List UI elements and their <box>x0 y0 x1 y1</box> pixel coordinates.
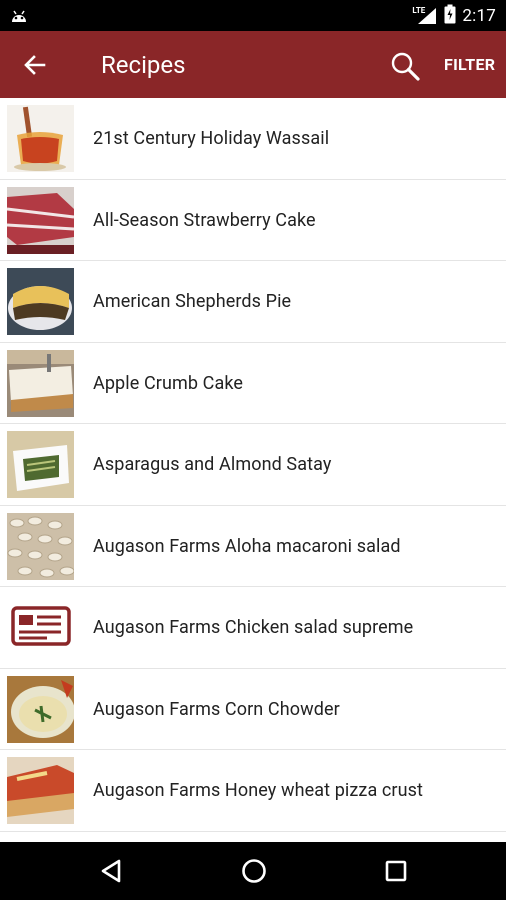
recipe-thumbnail <box>7 105 74 172</box>
recipe-thumbnail <box>7 349 74 417</box>
recipe-title: All-Season Strawberry Cake <box>93 209 316 231</box>
recipe-thumbnail <box>7 757 74 824</box>
recipe-thumbnail <box>7 431 74 498</box>
status-bar: LTE 2:17 <box>0 0 506 31</box>
recipe-title: Augason Farms Honey wheat pizza crust <box>93 780 424 801</box>
list-item[interactable]: All-Season Strawberry Cake <box>0 180 506 261</box>
lte-signal-icon: LTE <box>412 5 438 26</box>
recipe-title: 21st Century Holiday Wassail <box>93 128 330 149</box>
recipe-placeholder-icon <box>7 594 74 661</box>
recipe-title: Augason Farms Corn Chowder <box>93 698 340 720</box>
recipe-title: American Shepherds Pie <box>93 291 292 312</box>
back-arrow-icon[interactable] <box>22 52 48 78</box>
list-item[interactable]: Augason Farms Aloha macaroni salad <box>0 506 506 587</box>
recipe-thumbnail <box>7 512 74 580</box>
page-title: Recipes <box>101 51 186 79</box>
recipe-thumbnail <box>7 675 74 743</box>
list-item[interactable]: Augason Farms Honey wheat pizza crust <box>0 750 506 832</box>
app-bar: Recipes FILTER <box>0 31 506 98</box>
recipe-list: 21st Century Holiday Wassail All-Season … <box>0 98 506 842</box>
system-navigation-bar <box>0 842 506 900</box>
recipe-thumbnail <box>7 186 74 254</box>
network-type-label: LTE <box>412 5 426 15</box>
recipe-title: Augason Farms Aloha macaroni salad <box>93 535 401 557</box>
recents-square-icon[interactable] <box>381 856 411 886</box>
android-notification-icon <box>9 6 29 28</box>
recipe-title: Apple Crumb Cake <box>93 372 244 394</box>
list-item[interactable]: American Shepherds Pie <box>0 261 506 343</box>
recipe-title: Augason Farms Chicken salad supreme <box>93 617 414 638</box>
filter-button[interactable]: FILTER <box>444 55 495 74</box>
list-item[interactable]: Asparagus and Almond Satay <box>0 424 506 506</box>
back-triangle-icon[interactable] <box>97 856 127 886</box>
home-circle-icon[interactable] <box>239 856 269 886</box>
clock: 2:17 <box>462 5 496 26</box>
recipe-thumbnail <box>7 268 74 335</box>
list-item[interactable]: Augason Farms Chicken salad supreme <box>0 587 506 669</box>
list-item[interactable]: Apple Crumb Cake <box>0 343 506 424</box>
search-icon[interactable] <box>389 50 421 82</box>
list-item[interactable]: 21st Century Holiday Wassail <box>0 98 506 180</box>
recipe-title: Asparagus and Almond Satay <box>93 454 332 475</box>
list-item[interactable]: Augason Farms Corn Chowder <box>0 669 506 750</box>
battery-icon <box>444 4 456 28</box>
